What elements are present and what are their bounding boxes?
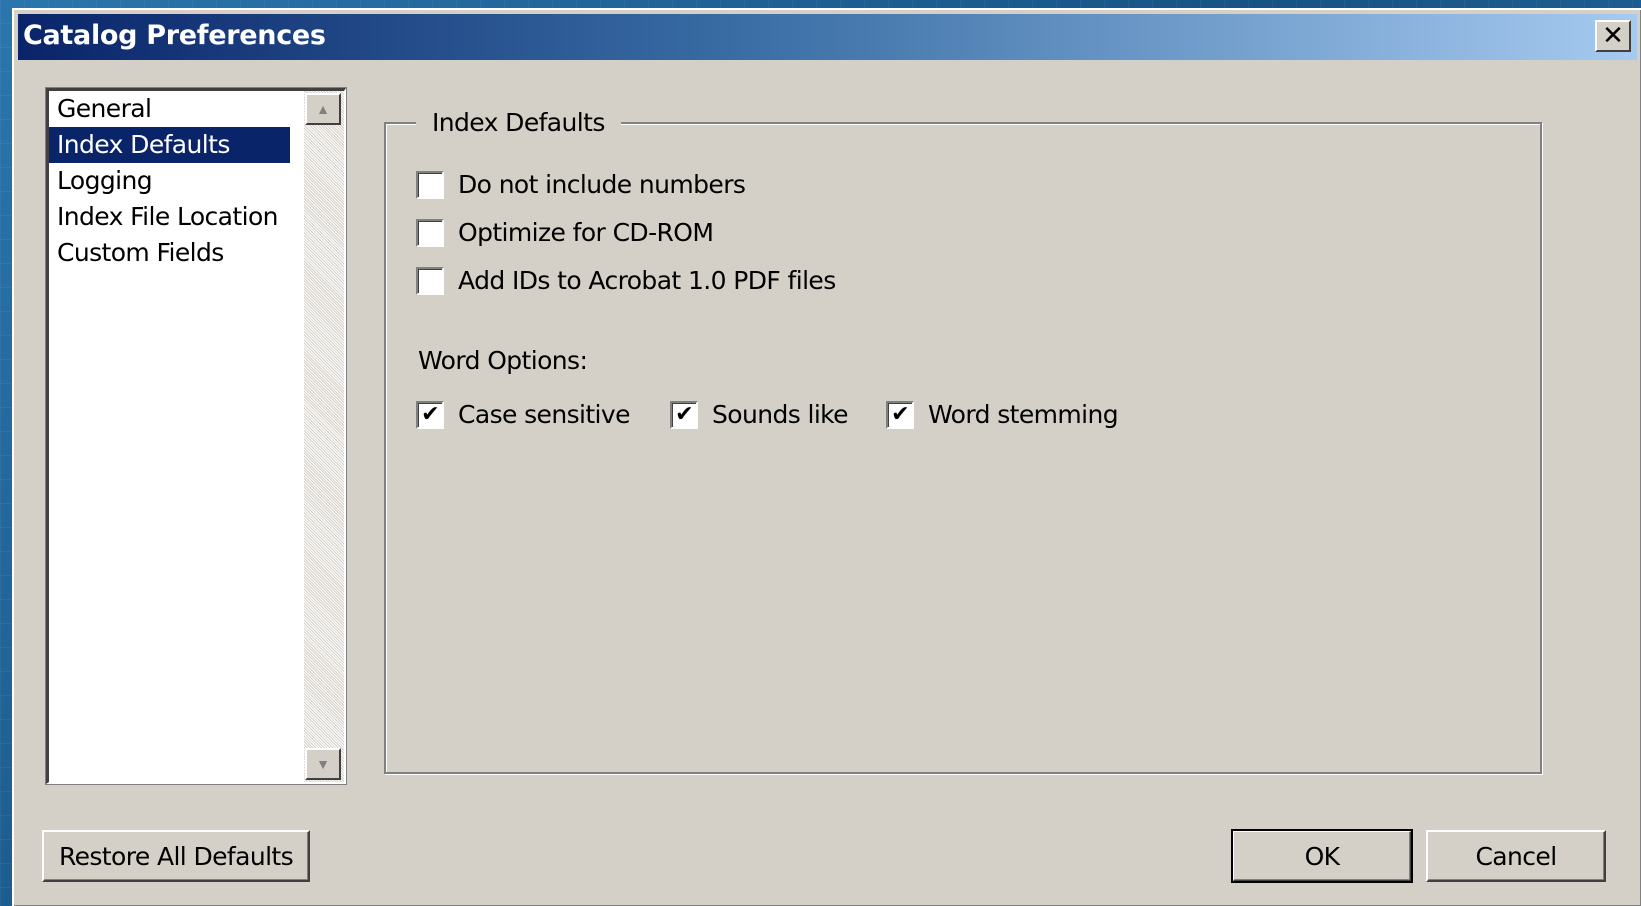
- option-sounds-like[interactable]: ✔ Sounds like: [670, 400, 849, 429]
- list-item-index-file-location[interactable]: Index File Location: [49, 199, 290, 235]
- list-item-index-defaults[interactable]: Index Defaults: [49, 127, 290, 163]
- arrow-down-icon: ▼: [316, 756, 330, 772]
- scroll-down-button[interactable]: ▼: [305, 748, 341, 780]
- ok-button[interactable]: OK: [1231, 829, 1413, 883]
- option-add-ids[interactable]: Add IDs to Acrobat 1.0 PDF files: [416, 266, 836, 295]
- scroll-up-button[interactable]: ▲: [305, 93, 341, 125]
- word-options-heading: Word Options:: [418, 346, 588, 375]
- restore-all-defaults-button[interactable]: Restore All Defaults: [42, 830, 310, 882]
- cancel-button[interactable]: Cancel: [1426, 830, 1606, 882]
- checkbox-word-stemming[interactable]: ✔: [886, 400, 914, 429]
- arrow-up-icon: ▲: [316, 101, 330, 117]
- check-icon: ✔: [675, 401, 693, 427]
- list-item-custom-fields[interactable]: Custom Fields: [49, 235, 290, 271]
- close-button[interactable]: ✕: [1595, 20, 1631, 52]
- list-item-logging[interactable]: Logging: [49, 163, 290, 199]
- list-item-general[interactable]: General: [49, 91, 290, 127]
- category-list-items: General Index Defaults Logging Index Fil…: [49, 91, 290, 782]
- index-defaults-group: Index Defaults Do not include numbers Op…: [384, 106, 1542, 774]
- vertical-scrollbar[interactable]: ▲ ▼: [304, 91, 344, 782]
- option-optimize-cd-rom[interactable]: Optimize for CD-ROM: [416, 218, 714, 247]
- group-title: Index Defaults: [416, 106, 621, 140]
- option-label: Word stemming: [928, 400, 1119, 429]
- checkbox-do-not-include-numbers[interactable]: [416, 170, 444, 199]
- check-icon: ✔: [421, 401, 439, 427]
- catalog-preferences-dialog: Catalog Preferences ✕ General Index Defa…: [12, 8, 1641, 906]
- option-label: Case sensitive: [458, 400, 630, 429]
- option-label: Sounds like: [712, 400, 849, 429]
- window-title: Catalog Preferences: [23, 20, 326, 51]
- option-label: Add IDs to Acrobat 1.0 PDF files: [458, 266, 836, 295]
- option-label: Optimize for CD-ROM: [458, 218, 714, 247]
- checkbox-sounds-like[interactable]: ✔: [670, 400, 698, 429]
- option-word-stemming[interactable]: ✔ Word stemming: [886, 400, 1119, 429]
- checkbox-add-ids[interactable]: [416, 266, 444, 295]
- category-list[interactable]: General Index Defaults Logging Index Fil…: [45, 87, 347, 785]
- checkbox-case-sensitive[interactable]: ✔: [416, 400, 444, 429]
- title-bar[interactable]: Catalog Preferences ✕: [18, 14, 1637, 60]
- check-icon: ✔: [891, 401, 909, 427]
- checkbox-optimize-cd-rom[interactable]: [416, 218, 444, 247]
- close-icon: ✕: [1602, 21, 1624, 51]
- option-label: Do not include numbers: [458, 170, 746, 199]
- option-case-sensitive[interactable]: ✔ Case sensitive: [416, 400, 630, 429]
- option-do-not-include-numbers[interactable]: Do not include numbers: [416, 170, 746, 199]
